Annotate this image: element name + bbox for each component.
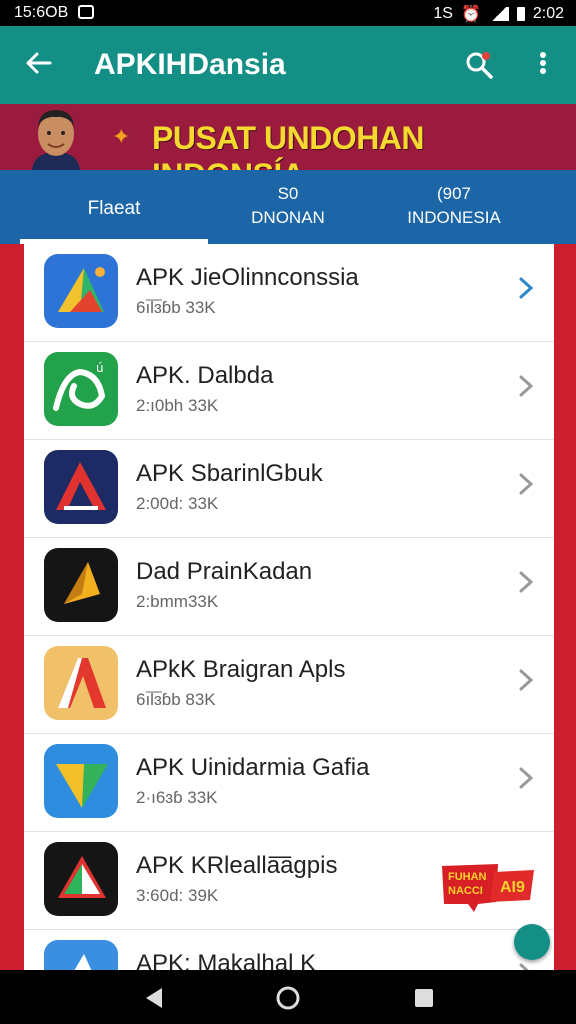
list-item[interactable]: APK Uinidarmia Gafia 2·ı6ɜɓ 33K [24,734,554,832]
app-meta: 3:60d: 39K [136,886,219,905]
blue-triangle-icon [44,254,118,328]
app-meta: 6ıl͞ɜɓb 83K [136,690,216,709]
background-decoration [554,244,576,970]
app-meta: 6ıl͞ɜɓb 33K [136,298,216,317]
home-icon[interactable] [274,984,302,1012]
chevron-right-icon [518,374,534,398]
tab-featured[interactable]: Flaeat [20,170,208,244]
green-loop-icon: ú [44,352,118,426]
tab-label: Flaeat [87,198,141,219]
notification-icon [78,5,94,19]
tab-bar: Flaeat S0 DNONAN (907 INDONESIA [0,170,576,244]
search-icon[interactable] [464,50,494,80]
tab-download[interactable]: S0 DNONAN [220,170,356,244]
app-name: APK Uinidarmia Gafia [136,754,370,781]
app-meta: 2:ı0bh 33K [136,396,219,415]
tab-label-bottom: DNONAN [251,208,325,227]
star-icon: ✦ [112,124,131,149]
app-name: APK SbarinlGbuk [136,460,323,487]
svg-text:ú: ú [96,361,104,375]
chevron-right-icon [518,276,534,300]
list-item[interactable]: APK SbarinlGbuk 2:00d: 33K [24,440,554,538]
app-name: APK: Makalhal K [136,950,317,970]
app-title: APKIHDansia [94,48,286,81]
app-name: APkK Braigran Apls [136,656,346,683]
list-item[interactable]: APkK Braigran Apls 6ıl͞ɜɓb 83K [24,636,554,734]
overflow-menu-icon[interactable] [536,50,550,80]
tab-label-top: S0 [277,184,299,203]
status-time: 15:6OB [14,4,69,21]
floating-action-button[interactable] [514,924,550,960]
app-name: APK KRlealla͞agpis [136,852,338,879]
chevron-right-icon [518,962,534,970]
red-a-icon [44,450,118,524]
chevron-right-icon [518,668,534,692]
app-meta: 2:bmm33K [136,592,219,611]
dark-triangle-icon [44,842,118,916]
back-icon[interactable] [140,984,168,1012]
signal-icon [488,7,509,21]
app-name: APK JieOlinnconssia [136,264,359,291]
app-meta: 2·ı6ɜɓ 33K [136,788,218,807]
gold-arrow-icon [44,548,118,622]
list-item[interactable]: Dad PrainKadan 2:bmm33K [24,538,554,636]
avatar [22,106,90,170]
blue-triangle-icon [44,940,118,970]
chevron-right-icon [518,472,534,496]
tab-indonesia[interactable]: (907 INDONESIA [386,170,522,244]
status-battery-text: 2:02 [532,5,564,22]
system-navigation-bar [0,970,576,1024]
background-decoration [0,244,24,970]
app-meta: 2:00d: 33K [136,494,219,513]
chevron-right-icon [518,766,534,790]
status-bar: 15:6OB 1S ⏰ 2:02 [0,0,576,26]
red-a-cream-icon [44,646,118,720]
recents-icon[interactable] [410,984,438,1012]
battery-icon [516,7,525,21]
promo-banner[interactable]: ✦ PUSAT UNDOHAN INDONSÍA [0,104,576,193]
back-arrow-icon[interactable] [24,48,54,84]
status-right: 1S ⏰ 2:02 [433,4,564,24]
color-triangle-icon [44,744,118,818]
app-name: Dad PrainKadan [136,558,313,585]
sticker-line2: NACCI [448,885,483,897]
app-bar: APKIHDansia [0,26,576,104]
app-name: APK. Dalbda [136,362,274,389]
chevron-right-icon [518,570,534,594]
list-item[interactable]: APK: Makalhal K [24,930,554,970]
list-item[interactable]: ú APK. Dalbda 2:ı0bh 33K [24,342,554,440]
sticker-line1: FUHAN [448,871,487,883]
tab-label-top: (907 [436,184,472,203]
tab-label-bottom: INDONESIA [407,208,501,227]
status-right-text: 1S [433,5,453,22]
sticker-line3: AI9 [500,879,525,896]
alarm-icon: ⏰ [460,6,481,23]
list-item[interactable]: APK JieOlinnconssia 6ıl͞ɜɓb 33K [24,244,554,342]
promo-sticker[interactable]: FUHAN NACCI AI9 [438,862,536,912]
